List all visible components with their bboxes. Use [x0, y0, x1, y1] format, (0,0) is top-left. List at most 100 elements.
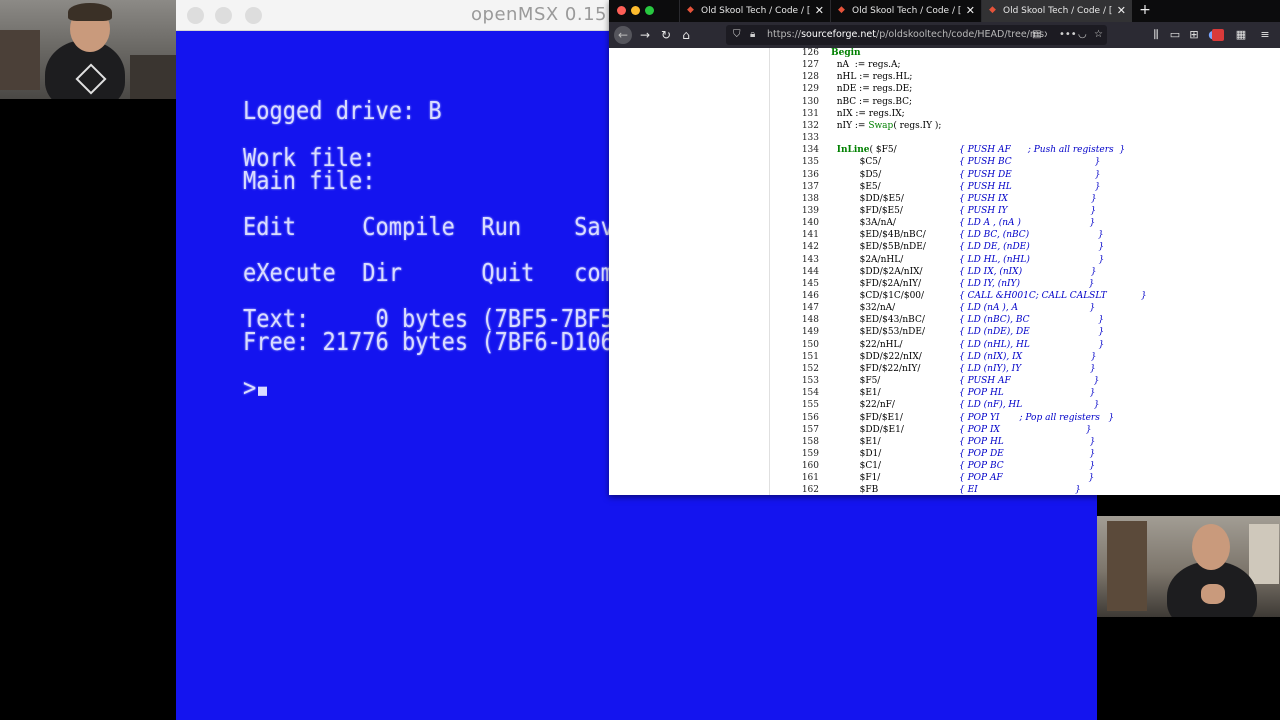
- new-tab-button[interactable]: +: [1135, 0, 1155, 22]
- code-text: nIX := regs.IX;: [831, 108, 905, 119]
- ff-close-button[interactable]: [617, 6, 626, 15]
- sourceforge-favicon-icon: ◆: [989, 5, 996, 15]
- code-text: nDE := regs.DE;: [831, 84, 913, 95]
- menu-icon[interactable]: ≡: [1257, 26, 1273, 44]
- line-number: 153: [801, 376, 819, 387]
- bookmark-star-icon[interactable]: ☆: [1094, 25, 1103, 45]
- line-number: 143: [801, 254, 819, 265]
- code-text: $2A/nHL/{ LD HL, (nHL) }: [831, 254, 1105, 265]
- close-tab-icon[interactable]: ✕: [966, 0, 975, 22]
- code-text: $FD/$2A/nIY/{ LD IY, (nIY) }: [831, 278, 1095, 289]
- home-icon[interactable]: ⌂: [677, 26, 695, 44]
- code-comment: { LD (nA ), A }: [959, 303, 1096, 314]
- code-text: $D5/{ PUSH DE }: [831, 169, 1101, 180]
- line-number: 156: [801, 412, 819, 423]
- line-number: 132: [801, 120, 819, 131]
- firefox-window[interactable]: ◆ Old Skool Tech / Code / [r102] ✕ ◆ Old…: [609, 0, 1280, 495]
- sidebar-icon[interactable]: ▭: [1167, 26, 1183, 44]
- library-icon[interactable]: ⫼: [1148, 26, 1164, 44]
- tab-3[interactable]: ◆ Old Skool Tech / Code / [r102] ✕: [981, 0, 1132, 22]
- code-comment: { PUSH AF }: [959, 376, 1100, 387]
- menu-line-1: Edit Compile Run Save: [243, 213, 628, 242]
- code-text: $DD/$E1/{ POP IX }: [831, 424, 1092, 435]
- code-comment: { LD HL, (nHL) }: [959, 254, 1105, 265]
- line-number: 134: [801, 145, 819, 156]
- code-comment: { LD IX, (nIX) }: [959, 266, 1097, 277]
- code-text: $E1/{ POP HL }: [831, 388, 1096, 399]
- code-text: $ED/$53/nDE/{ LD (nDE), DE }: [831, 327, 1105, 338]
- line-number: 136: [801, 169, 819, 180]
- code-text: $FB{ EI }: [831, 485, 1081, 495]
- forward-button[interactable]: →: [636, 26, 654, 44]
- line-number: 142: [801, 242, 819, 253]
- text-cursor: [258, 386, 268, 396]
- lock-icon[interactable]: 🔒︎: [750, 25, 755, 45]
- code-text: $DD/$22/nIX/{ LD (nIX), IX }: [831, 351, 1097, 362]
- line-number: 128: [801, 72, 819, 83]
- webcam-overlay-top: [0, 0, 176, 99]
- back-button[interactable]: ←: [614, 26, 632, 44]
- code-comment: { CALL &H001C; CALL CALSLT }: [959, 291, 1147, 301]
- code-comment: { PUSH AF ; Push all registers }: [959, 145, 1126, 156]
- line-number: 144: [801, 266, 819, 277]
- code-comment: { POP IX }: [959, 424, 1092, 435]
- url-text[interactable]: https://sourceforge.net/p/oldskooltech/c…: [767, 25, 1047, 45]
- code-comment: { LD (nF), HL }: [959, 400, 1100, 411]
- code-text: InLine( $F5/{ PUSH AF ; Push all registe…: [836, 145, 1126, 156]
- line-number: 137: [801, 181, 819, 192]
- page-content[interactable]: 126 Begin 127 nA := regs.A; 128 nHL := regs…: [609, 48, 1280, 495]
- line-number: 157: [801, 424, 819, 435]
- close-window-button[interactable]: [187, 7, 204, 24]
- line-number: 139: [801, 205, 819, 216]
- line-number: 162: [801, 485, 819, 495]
- line-number: 154: [801, 388, 819, 399]
- ff-minimize-button[interactable]: [631, 6, 640, 15]
- line-number: 160: [801, 461, 819, 472]
- close-tab-icon[interactable]: ✕: [1117, 0, 1126, 22]
- code-text: $F1/{ POP AF }: [831, 473, 1095, 484]
- line-number: 138: [801, 193, 819, 204]
- url-bar[interactable]: ⛉ 🔒︎ https://sourceforge.net/p/oldskoolt…: [726, 25, 1107, 45]
- main-file-line: Main file:: [243, 167, 376, 196]
- reload-button[interactable]: ↻: [657, 26, 675, 44]
- code-text: $FD/$E1/{ POP YI ; Pop all registers }: [831, 412, 1115, 423]
- close-tab-icon[interactable]: ✕: [815, 0, 824, 22]
- code-comment: { LD IY, (nIY) }: [959, 278, 1095, 289]
- code-comment: { POP HL }: [959, 436, 1096, 447]
- line-number: 145: [801, 278, 819, 289]
- tab-2[interactable]: ◆ Old Skool Tech / Code / [r102] ✕: [830, 0, 981, 22]
- line-number: 152: [801, 363, 819, 374]
- line-number: 150: [801, 339, 819, 350]
- line-number: 135: [801, 157, 819, 168]
- code-text: $E1/{ POP HL }: [831, 436, 1096, 447]
- code-text: $C1/{ POP BC }: [831, 461, 1096, 472]
- nav-toolbar: ← → ↻ ⌂ ⛉ 🔒︎ https://sourceforge.net/p/o…: [609, 22, 1280, 48]
- page-actions-icon[interactable]: •••: [1059, 25, 1077, 45]
- extension-icon[interactable]: ⊞: [1186, 26, 1202, 44]
- sourceforge-favicon-icon: ◆: [687, 5, 694, 15]
- line-number: 146: [801, 291, 819, 301]
- line-number: 147: [801, 303, 819, 314]
- zoom-window-button[interactable]: [245, 7, 262, 24]
- line-number: 131: [801, 108, 819, 119]
- tracking-shield-icon[interactable]: ⛉: [733, 25, 741, 45]
- minimize-window-button[interactable]: [215, 7, 232, 24]
- code-gutter-divider: [769, 48, 770, 495]
- code-comment: { LD DE, (nDE) }: [959, 242, 1105, 253]
- code-comment: { PUSH HL }: [959, 181, 1101, 192]
- pocket-icon[interactable]: ◡: [1078, 25, 1087, 45]
- prompt-symbol: >: [243, 374, 257, 403]
- reader-view-icon[interactable]: ▤: [1032, 25, 1041, 45]
- command-prompt[interactable]: >: [243, 374, 268, 403]
- addon-red-icon[interactable]: [1212, 29, 1224, 41]
- code-text: $FD/$22/nIY/{ LD (nIY), IY }: [831, 363, 1096, 374]
- tab-1[interactable]: ◆ Old Skool Tech / Code / [r102] ✕: [679, 0, 830, 22]
- grid-extension-icon[interactable]: ▦: [1233, 26, 1249, 44]
- code-text: nA := regs.A;: [831, 60, 901, 71]
- ff-zoom-button[interactable]: [645, 6, 654, 15]
- line-number: 149: [801, 327, 819, 338]
- line-number: 151: [801, 351, 819, 362]
- line-number: 129: [801, 84, 819, 95]
- line-number: 140: [801, 218, 819, 229]
- code-text: nBC := regs.BC;: [831, 96, 913, 107]
